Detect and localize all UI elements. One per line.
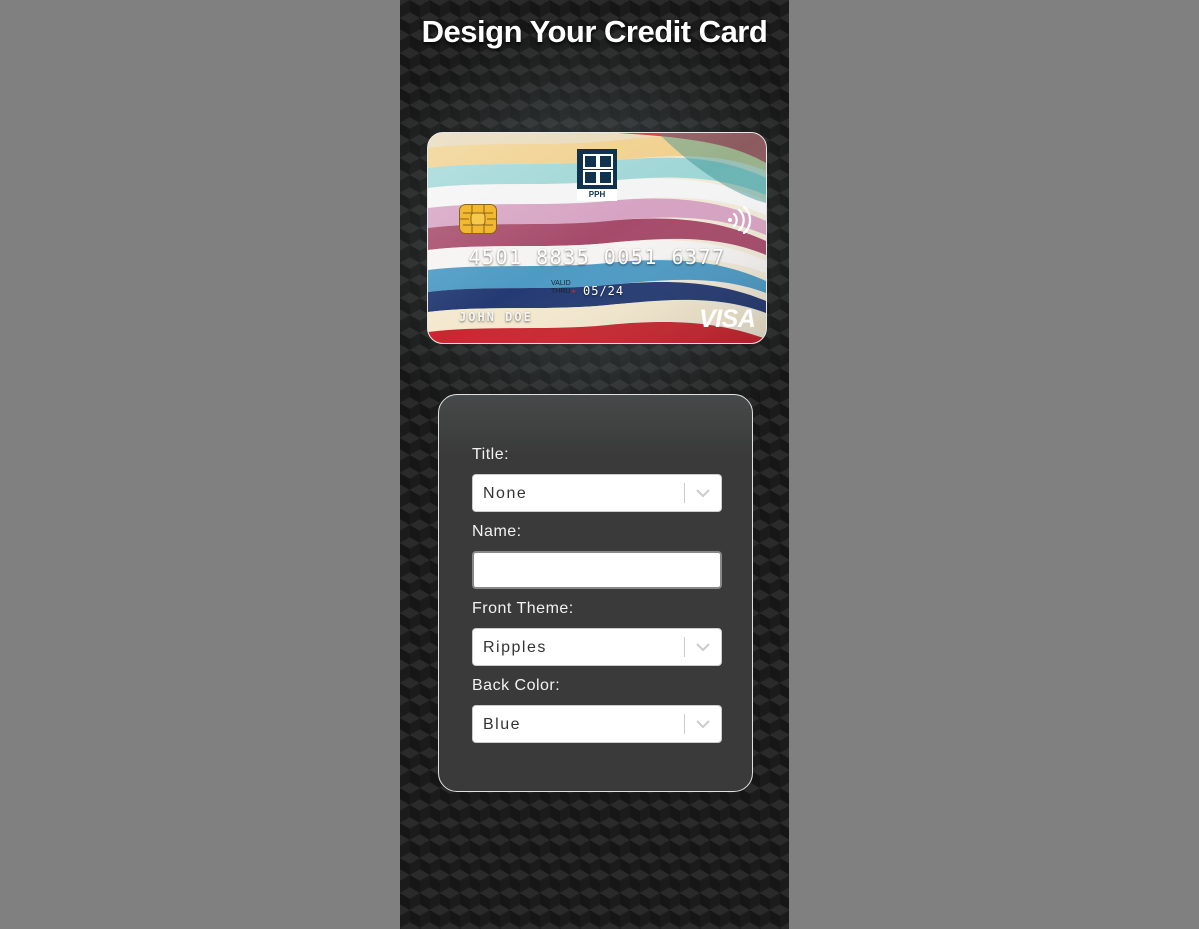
visa-logo: VISA (699, 305, 756, 333)
back-color-label: Back Color: (472, 677, 561, 694)
cardholder-name: JOHN DOE (459, 310, 533, 324)
title-select-value: None (483, 485, 528, 502)
back-color-select-value: Blue (483, 716, 522, 733)
logo-text: PPH (577, 189, 617, 201)
card-options-panel: Title: None Name: Front Theme: Ripples B… (438, 394, 753, 792)
pph-logo: PPH (577, 149, 617, 201)
chevron-down-icon[interactable] (695, 640, 711, 654)
back-color-select[interactable]: Blue (472, 705, 722, 743)
contactless-icon (728, 206, 752, 234)
chevron-down-icon[interactable] (695, 717, 711, 731)
select-separator (684, 637, 685, 657)
front-theme-select[interactable]: Ripples (472, 628, 722, 666)
name-input[interactable] (472, 551, 722, 589)
chevron-down-icon[interactable] (695, 486, 711, 500)
chip-icon (459, 204, 497, 234)
credit-card-preview: PPH 4501 8835 0051 6377 VALID THRU ▸ 05/… (427, 132, 767, 344)
valid-thru-label: VALID THRU ▸ (551, 280, 576, 295)
name-label: Name: (472, 523, 522, 540)
card-expiry: 05/24 (583, 284, 625, 298)
page-title: Design Your Credit Card (421, 14, 768, 49)
title-label: Title: (472, 446, 510, 463)
select-separator (684, 483, 685, 503)
card-number: 4501 8835 0051 6377 (468, 245, 726, 269)
page-background: Design Your Credit Card PPH 4501 8835 00… (400, 0, 789, 929)
title-select[interactable]: None (472, 474, 722, 512)
select-separator (684, 714, 685, 734)
front-theme-label: Front Theme: (472, 600, 574, 617)
front-theme-select-value: Ripples (483, 639, 547, 656)
